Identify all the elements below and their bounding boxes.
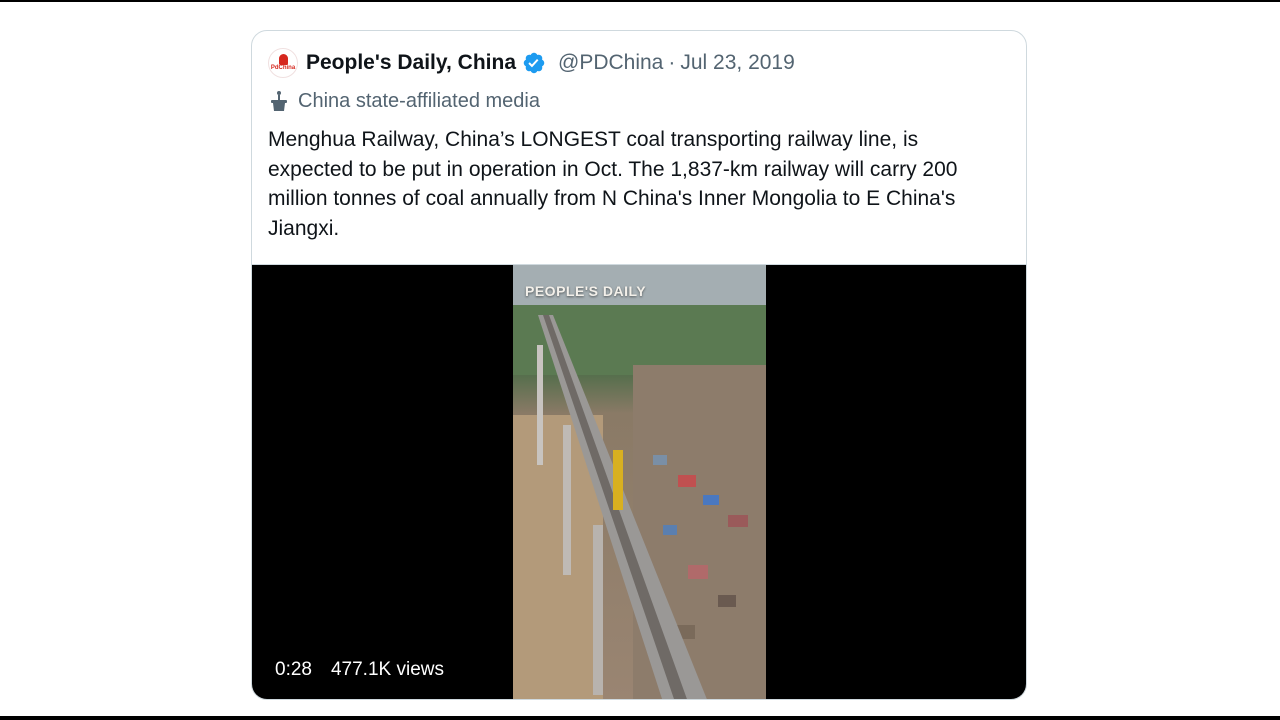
tweet-date[interactable]: Jul 23, 2019 xyxy=(680,51,794,75)
avatar-logo-mark xyxy=(278,54,288,65)
user-handle[interactable]: @PDChina xyxy=(558,51,663,75)
video-watermark: PEOPLE'S DAILY xyxy=(525,283,647,299)
frame-top-border xyxy=(0,0,1280,2)
video-stats: 0:28 477.1K views xyxy=(275,659,444,681)
video-duration: 0:28 xyxy=(275,659,312,680)
podium-icon xyxy=(271,91,287,111)
view-count: 477.1K views xyxy=(330,659,444,680)
avatar[interactable]: PdChina xyxy=(268,48,298,78)
railway-scene-image xyxy=(513,265,766,699)
video-thumbnail[interactable]: PEOPLE'S DAILY xyxy=(513,265,766,699)
avatar-logo-text: PdChina xyxy=(270,65,296,71)
state-media-label[interactable]: China state-affiliated media xyxy=(268,87,540,115)
state-media-label-text: China state-affiliated media xyxy=(298,89,540,112)
header-separator: · xyxy=(668,51,676,74)
tweet-header: PdChina People's Daily, China @PDChina ·… xyxy=(268,45,1010,81)
frame-bottom-border xyxy=(0,716,1280,720)
tweet-text: Menghua Railway, China’s LONGEST coal tr… xyxy=(268,128,958,240)
display-name[interactable]: People's Daily, China xyxy=(306,51,516,75)
tweet-card[interactable]: PdChina People's Daily, China @PDChina ·… xyxy=(251,30,1027,700)
video-player[interactable]: PEOPLE'S DAILY 0:28 477.1K views xyxy=(252,264,1026,699)
verified-badge-icon xyxy=(523,52,545,74)
